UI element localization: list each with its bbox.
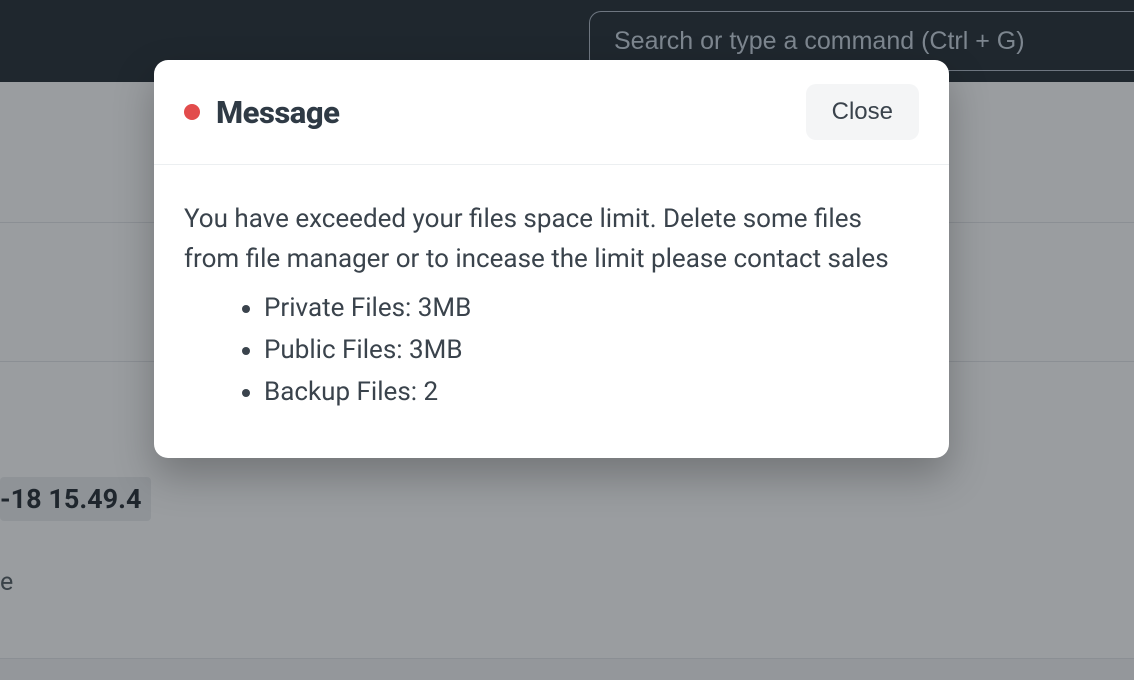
list-item: Private Files: 3MB: [264, 288, 919, 328]
message-modal: Message Close You have exceeded your fil…: [154, 60, 949, 458]
modal-body: You have exceeded your files space limit…: [154, 165, 949, 458]
list-item: Public Files: 3MB: [264, 330, 919, 370]
modal-body-text: You have exceeded your files space limit…: [184, 199, 919, 280]
list-item: Backup Files: 2: [264, 372, 919, 412]
modal-item-list: Private Files: 3MB Public Files: 3MB Bac…: [184, 288, 919, 413]
status-dot-icon: [184, 104, 200, 120]
search-input[interactable]: [614, 27, 1134, 56]
modal-title-wrap: Message: [184, 94, 339, 131]
modal-header: Message Close: [154, 60, 949, 165]
modal-title: Message: [216, 94, 339, 131]
close-button[interactable]: Close: [806, 84, 919, 140]
